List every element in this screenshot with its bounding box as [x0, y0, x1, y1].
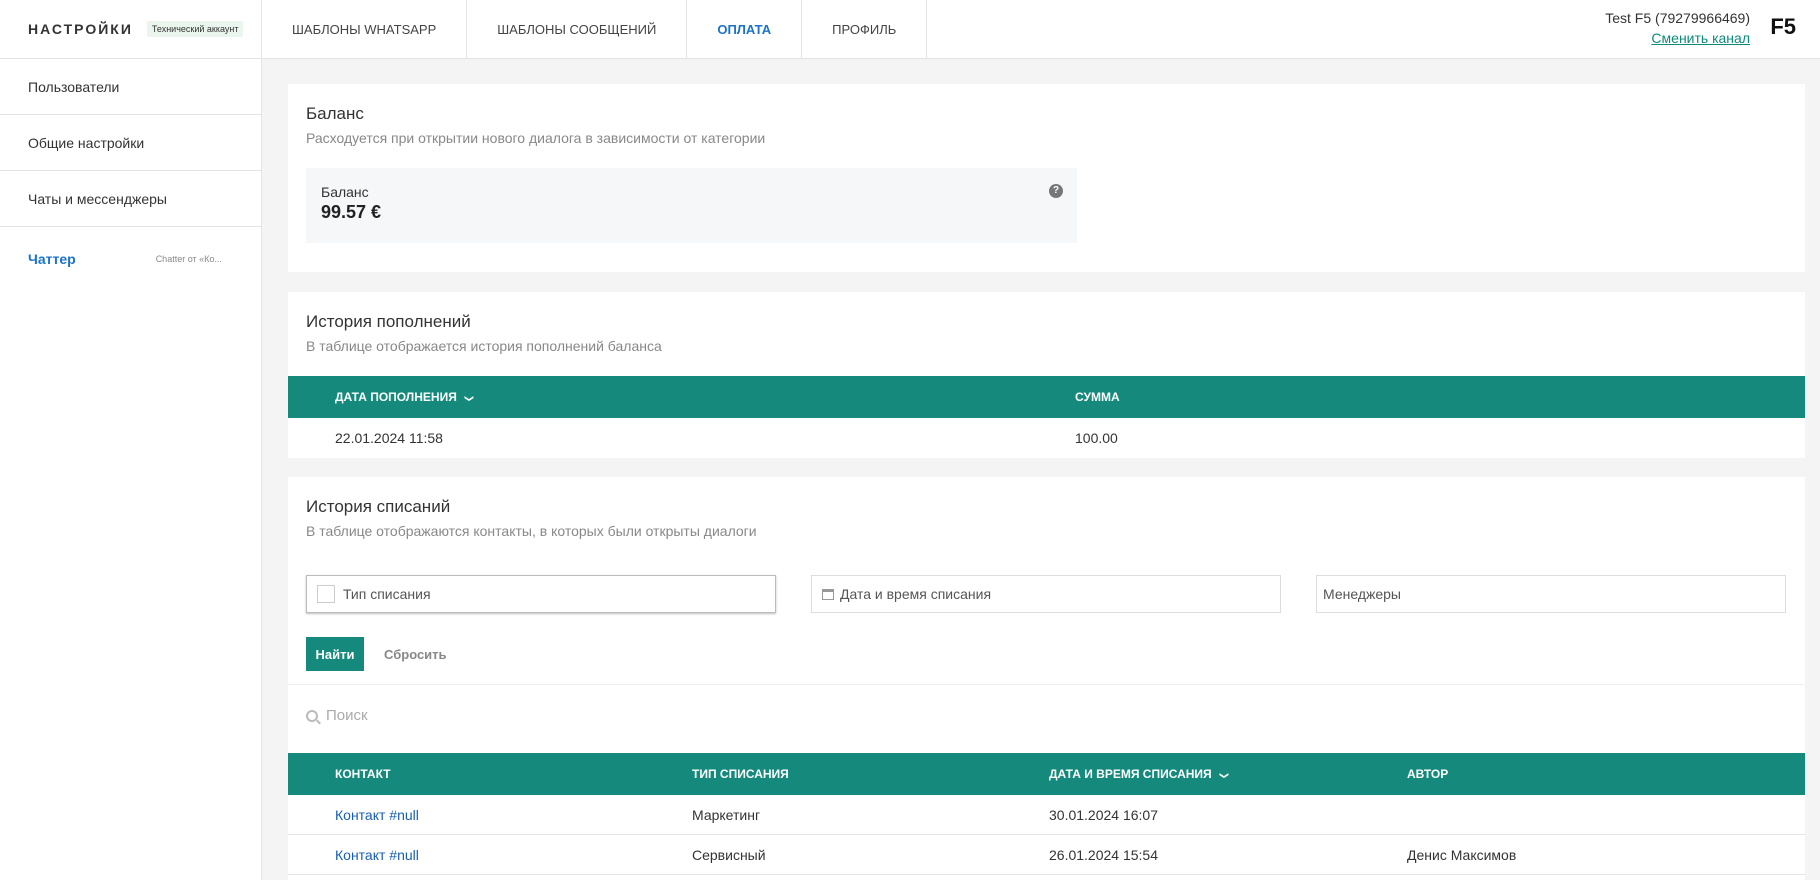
- table-row: 22.01.2024 11:58 100.00: [288, 418, 1805, 458]
- user-info: Test F5 (79279966469) Сменить канал: [1605, 8, 1750, 48]
- sidebar-item-general-settings[interactable]: Общие настройки: [0, 115, 261, 171]
- tab-message-templates[interactable]: ШАБЛОНЫ СООБЩЕНИЙ: [467, 0, 688, 59]
- managers-filter[interactable]: Менеджеры: [1316, 575, 1786, 613]
- brand-logo: F5: [1770, 14, 1796, 39]
- sidebar-item-label: Общие настройки: [28, 134, 145, 151]
- charges-subtitle: В таблице отображаются контакты, в котор…: [306, 523, 757, 539]
- find-button[interactable]: Найти: [306, 637, 364, 671]
- column-header-author[interactable]: АВТОР: [1407, 767, 1448, 781]
- balance-subtitle: Расходуется при открытии нового диалога …: [306, 130, 766, 146]
- sidebar-item-users[interactable]: Пользователи: [0, 59, 261, 115]
- sidebar-item-chatter[interactable]: Чаттер Chatter от «Ко...: [0, 227, 261, 291]
- chevron-down-icon: ❯: [1218, 771, 1229, 780]
- balance-box: Баланс 99.57 € ?: [306, 168, 1077, 243]
- topup-date: 22.01.2024 11:58: [335, 430, 443, 446]
- column-header-datetime[interactable]: ДАТА И ВРЕМЯ СПИСАНИЯ ❯: [1049, 767, 1229, 781]
- sidebar-item-label: Пользователи: [28, 78, 120, 95]
- table-row: Контакт #null Маркетинг 30.01.2024 16:07: [288, 795, 1805, 835]
- sidebar-title: НАСТРОЙКИ: [28, 21, 133, 37]
- sidebar: НАСТРОЙКИ Технический аккаунт Пользовате…: [0, 0, 262, 880]
- column-header-contact[interactable]: КОНТАКТ: [335, 767, 391, 781]
- datetime-filter[interactable]: Дата и время списания: [811, 575, 1281, 613]
- topup-amount: 100.00: [1075, 430, 1118, 446]
- change-channel-link[interactable]: Сменить канал: [1605, 28, 1750, 48]
- charge-type-placeholder: Тип списания: [343, 586, 431, 602]
- column-header-date[interactable]: ДАТА ПОПОЛНЕНИЯ ❯: [335, 390, 475, 404]
- charge-type: Сервисный: [692, 847, 766, 863]
- balance-card: Баланс Расходуется при открытии нового д…: [288, 84, 1805, 272]
- top-nav: ШАБЛОНЫ WHATSAPP ШАБЛОНЫ СООБЩЕНИЙ ОПЛАТ…: [262, 0, 1820, 59]
- charges-card: История списаний В таблице отображаются …: [288, 477, 1805, 880]
- charge-datetime: 30.01.2024 16:07: [1049, 807, 1158, 823]
- contact-link[interactable]: Контакт #null: [335, 807, 419, 823]
- contact-link[interactable]: Контакт #null: [335, 847, 419, 863]
- managers-placeholder: Менеджеры: [1323, 586, 1401, 602]
- search-placeholder: Поиск: [326, 707, 368, 724]
- tab-whatsapp-templates[interactable]: ШАБЛОНЫ WHATSAPP: [262, 0, 468, 59]
- charge-datetime: 26.01.2024 15:54: [1049, 847, 1158, 863]
- sidebar-item-chats-messengers[interactable]: Чаты и мессенджеры: [0, 171, 261, 227]
- search-input[interactable]: Поиск: [306, 707, 368, 724]
- topups-table-header: ДАТА ПОПОЛНЕНИЯ ❯ СУММА: [288, 376, 1805, 418]
- charge-type: Маркетинг: [692, 807, 761, 823]
- column-header-amount[interactable]: СУММА: [1075, 390, 1120, 404]
- reset-button[interactable]: Сбросить: [384, 637, 447, 671]
- tab-payment[interactable]: ОПЛАТА: [687, 0, 803, 59]
- charges-table-header: КОНТАКТ ТИП СПИСАНИЯ ДАТА И ВРЕМЯ СПИСАН…: [288, 753, 1805, 795]
- charge-author: Денис Максимов: [1407, 847, 1517, 863]
- checkbox[interactable]: [317, 585, 335, 603]
- user-name: Test F5 (79279966469): [1605, 10, 1750, 26]
- balance-value: 99.57 €: [321, 202, 382, 222]
- topups-title: История пополнений: [306, 312, 471, 331]
- charge-type-filter[interactable]: Тип списания: [306, 575, 776, 613]
- chevron-down-icon: ❯: [464, 394, 475, 403]
- help-icon[interactable]: ?: [1049, 184, 1063, 198]
- balance-label: Баланс: [321, 184, 369, 200]
- sidebar-item-label: Чаты и мессенджеры: [28, 190, 167, 207]
- sidebar-item-sublabel: Chatter от «Ко...: [155, 254, 222, 264]
- tab-profile[interactable]: ПРОФИЛЬ: [802, 0, 928, 59]
- account-badge: Технический аккаунт: [146, 21, 244, 37]
- topups-card: История пополнений В таблице отображаетс…: [288, 292, 1805, 458]
- table-row: Контакт #null Сервисный 26.01.2024 15:54…: [288, 835, 1805, 875]
- sidebar-header: НАСТРОЙКИ Технический аккаунт: [0, 0, 261, 59]
- topups-subtitle: В таблице отображается история пополнени…: [306, 338, 662, 354]
- charges-title: История списаний: [306, 497, 451, 516]
- calendar-icon: [822, 588, 834, 600]
- balance-title: Баланс: [306, 104, 364, 123]
- sidebar-item-label: Чаттер: [28, 251, 76, 267]
- column-header-type[interactable]: ТИП СПИСАНИЯ: [692, 767, 789, 781]
- divider: [288, 684, 1805, 685]
- datetime-placeholder: Дата и время списания: [840, 586, 992, 602]
- search-icon: [306, 709, 318, 722]
